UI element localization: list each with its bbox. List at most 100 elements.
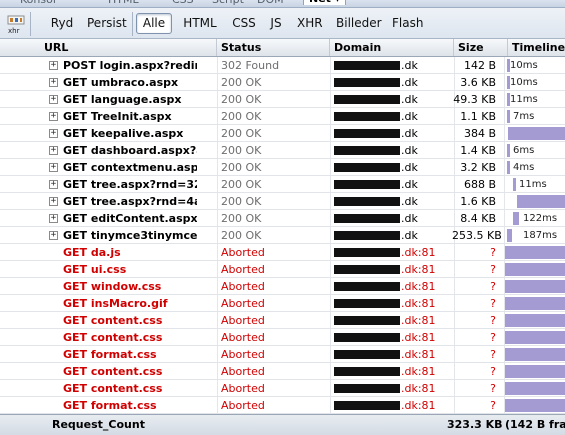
request-row[interactable]: + GET editContent.aspx?i 200 OK .dk 8.4 KB 12…	[0, 210, 565, 227]
request-row[interactable]: GET format.css Aborted .dk:81?	[0, 397, 565, 414]
panel-tab-css[interactable]: CSS	[172, 0, 194, 6]
expand-row-icon[interactable]: +	[49, 214, 58, 223]
timeline-bar	[507, 229, 512, 242]
request-url[interactable]: GET umbraco.aspx	[63, 74, 197, 90]
request-url[interactable]: GET keepalive.aspx	[63, 125, 197, 141]
request-row[interactable]: + GET TreeInit.aspx 200 OK .dk 1.1 KB 7ms	[0, 108, 565, 125]
request-row[interactable]: + GET contextmenu.aspx 200 OK .dk 3.2 KB 4ms	[0, 159, 565, 176]
expand-row-icon[interactable]: +	[49, 231, 58, 240]
request-url[interactable]: GET tree.aspx?rnd=4ad	[63, 193, 197, 209]
request-url[interactable]: GET TreeInit.aspx	[63, 108, 197, 124]
request-url[interactable]: GET tree.aspx?rnd=327	[63, 176, 197, 192]
expand-row-icon[interactable]: +	[49, 180, 58, 189]
request-timeline	[505, 363, 565, 379]
clear-button[interactable]: Ryd	[47, 13, 77, 34]
request-url[interactable]: POST login.aspx?redir=	[63, 57, 197, 73]
filter-js[interactable]: JS	[266, 13, 286, 34]
filter-alle[interactable]: Alle	[136, 13, 172, 34]
request-row[interactable]: + GET dashboard.aspx?ap 200 OK .dk 1.4 KB 6ms	[0, 142, 565, 159]
request-row[interactable]: GET window.css Aborted .dk:81?	[0, 278, 565, 295]
timeline-duration: 10ms	[510, 60, 538, 71]
panel-tab-net[interactable]: Net ▾	[303, 0, 347, 5]
request-status: 200 OK	[221, 93, 262, 106]
timeline-bar	[505, 263, 565, 276]
request-row[interactable]: + POST login.aspx?redir= 302 Found .dk 142 B…	[0, 57, 565, 74]
filter-xhr[interactable]: XHR	[294, 13, 324, 34]
persist-button[interactable]: Persist	[84, 13, 128, 34]
expand-row-icon[interactable]: +	[49, 95, 58, 104]
request-count-label: Request_Count	[52, 418, 145, 431]
request-size: 1.6 KB	[460, 195, 496, 208]
domain-suffix: .dk	[401, 229, 418, 242]
column-header-domain[interactable]: Domain	[330, 39, 454, 56]
net-toolbar: xhr Ryd Persist Alle HTML CSS JS XHR Billeder Fl…	[0, 8, 565, 39]
expand-row-icon[interactable]: +	[49, 129, 58, 138]
timeline-duration: 11ms	[510, 94, 538, 105]
request-row[interactable]: + GET tinymce3tinymceC 200 OK .dk 253.5 KB 18…	[0, 227, 565, 244]
request-url[interactable]: GET da.js	[63, 244, 197, 260]
request-row[interactable]: + GET umbraco.aspx 200 OK .dk 3.6 KB 10ms	[0, 74, 565, 91]
request-url[interactable]: GET format.css	[63, 346, 197, 362]
column-header-status[interactable]: Status	[217, 39, 330, 56]
request-row[interactable]: GET format.css Aborted .dk:81?	[0, 346, 565, 363]
request-url[interactable]: GET language.aspx	[63, 91, 197, 107]
request-row[interactable]: GET ui.css Aborted .dk:81?	[0, 261, 565, 278]
request-url[interactable]: GET content.css	[63, 312, 197, 328]
request-row[interactable]: GET content.css Aborted .dk:81?	[0, 312, 565, 329]
request-row[interactable]: GET insMacro.gif Aborted .dk:81?	[0, 295, 565, 312]
request-url[interactable]: GET contextmenu.aspx	[63, 159, 197, 175]
domain-suffix: .dk	[401, 59, 418, 72]
request-url[interactable]: GET tinymce3tinymceC	[63, 227, 197, 243]
timeline-bar	[505, 297, 565, 310]
request-row[interactable]: + GET language.aspx 200 OK .dk 49.3 KB 11ms	[0, 91, 565, 108]
column-header-url[interactable]: URL	[0, 39, 217, 56]
request-url[interactable]: GET format.css	[63, 397, 197, 413]
clear-requests-icon[interactable]: xhr	[6, 13, 26, 35]
request-url[interactable]: GET dashboard.aspx?ap	[63, 142, 197, 158]
request-row[interactable]: GET content.css Aborted .dk:81?	[0, 363, 565, 380]
expand-row-icon[interactable]: +	[49, 146, 58, 155]
request-url[interactable]: GET insMacro.gif	[63, 295, 197, 311]
domain-suffix: .dk:81	[401, 331, 436, 344]
panel-tab-script[interactable]: Script	[212, 0, 244, 6]
request-size: ?	[490, 297, 496, 310]
timeline-bar	[508, 127, 565, 140]
request-url[interactable]: GET window.css	[63, 278, 197, 294]
column-header-size[interactable]: Size	[454, 39, 508, 56]
expand-row-icon[interactable]: +	[49, 163, 58, 172]
domain-suffix: .dk	[401, 93, 418, 106]
timeline-bar	[505, 365, 565, 378]
request-url[interactable]: GET content.css	[63, 380, 197, 396]
redacted-hostname	[334, 128, 400, 138]
filter-flash[interactable]: Flash	[389, 13, 425, 34]
request-row[interactable]: GET da.js Aborted .dk:81?	[0, 244, 565, 261]
request-url[interactable]: GET content.css	[63, 329, 197, 345]
request-row[interactable]: + GET tree.aspx?rnd=327 200 OK .dk 688 B 11ms	[0, 176, 565, 193]
expand-row-icon[interactable]: +	[49, 78, 58, 87]
redacted-hostname	[334, 162, 400, 172]
request-url[interactable]: GET ui.css	[63, 261, 197, 277]
panel-tab-konsol[interactable]: Konsol	[20, 0, 56, 6]
request-status: Aborted	[221, 365, 265, 378]
request-domain: .dk	[334, 91, 454, 107]
request-row[interactable]: GET content.css Aborted .dk:81?	[0, 380, 565, 397]
filter-html[interactable]: HTML	[179, 13, 221, 34]
filter-css[interactable]: CSS	[228, 13, 260, 34]
expand-row-icon[interactable]: +	[49, 112, 58, 121]
request-url[interactable]: GET content.css	[63, 363, 197, 379]
request-row[interactable]: GET content.css Aborted .dk:81?	[0, 329, 565, 346]
request-url[interactable]: GET editContent.aspx?i	[63, 210, 197, 226]
request-timeline: 10ms	[505, 57, 565, 73]
redacted-hostname	[334, 230, 400, 240]
filter-billeder[interactable]: Billeder	[333, 13, 383, 34]
request-timeline	[505, 125, 565, 141]
summary-footer: Request_Count 323.3 KB (142 B fra c	[0, 414, 565, 435]
request-row[interactable]: + GET tree.aspx?rnd=4ad 200 OK .dk 1.6 KB	[0, 193, 565, 210]
panel-tab-html[interactable]: HTML	[108, 0, 139, 6]
request-row[interactable]: + GET keepalive.aspx 200 OK .dk 384 B	[0, 125, 565, 142]
panel-tab-dom[interactable]: DOM	[257, 0, 284, 6]
expand-row-icon[interactable]: +	[49, 197, 58, 206]
request-domain: .dk:81	[334, 329, 454, 345]
expand-row-icon[interactable]: +	[49, 61, 58, 70]
column-header-timeline[interactable]: Timeline	[508, 39, 565, 56]
